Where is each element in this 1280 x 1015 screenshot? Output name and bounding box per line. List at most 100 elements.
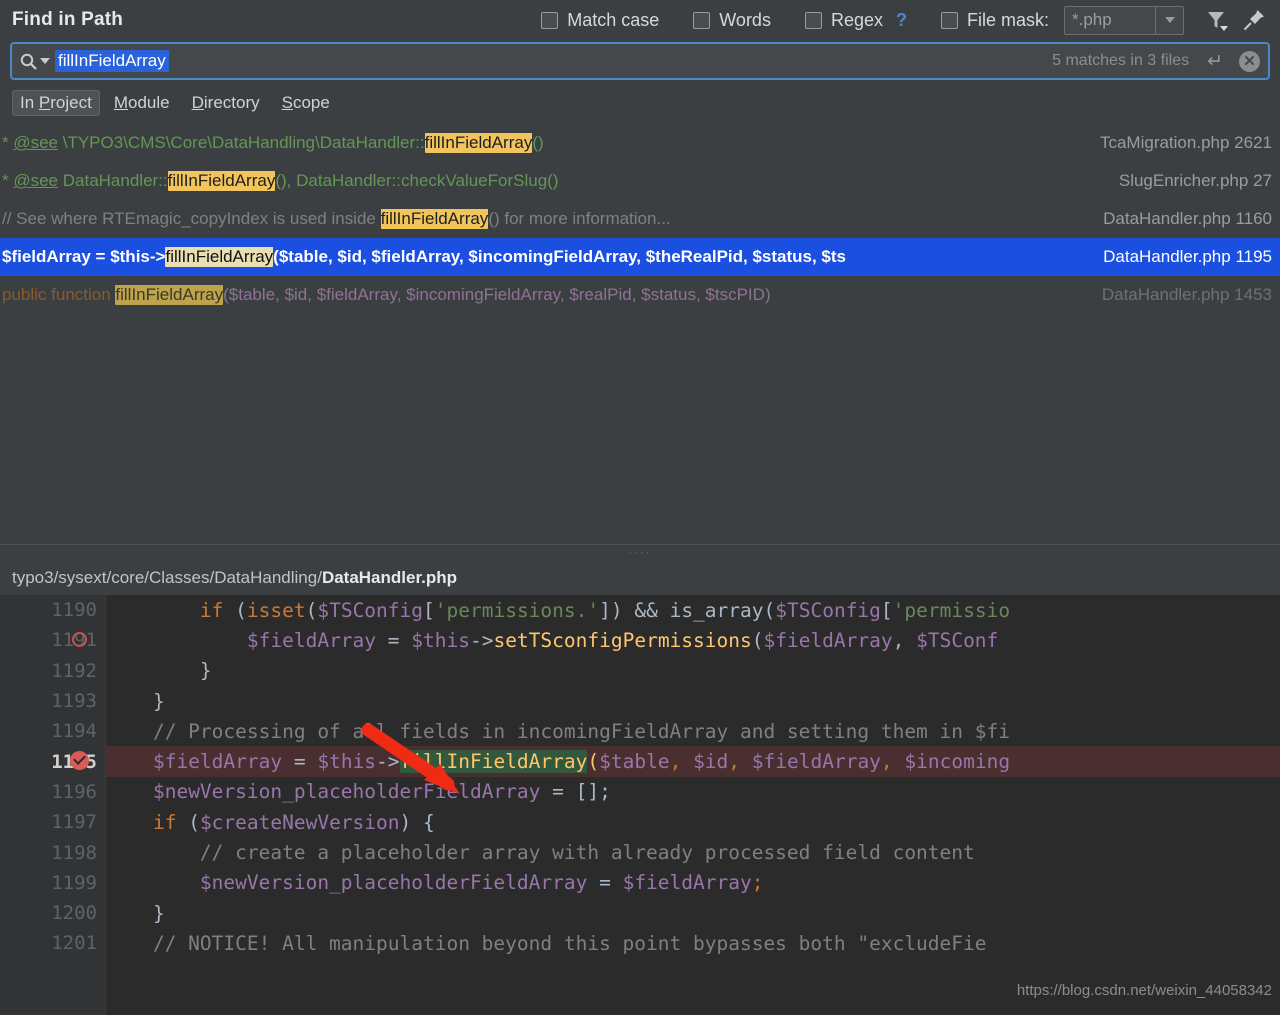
pin-button[interactable]: [1238, 4, 1270, 36]
match-count-label: 5 matches in 3 files: [1052, 52, 1189, 70]
code-line[interactable]: }: [106, 656, 1280, 686]
code-line[interactable]: $fieldArray = $this->setTSconfigPermissi…: [106, 625, 1280, 655]
code-segment: ,: [560, 285, 569, 304]
line-number-gutter[interactable]: 1190119111921193 1194 11951196119711981199…: [0, 595, 106, 1015]
code-token: $fieldArray: [247, 629, 376, 652]
code-line[interactable]: }: [106, 686, 1280, 716]
result-row-text: public function fillInFieldArray($table,…: [2, 285, 1092, 305]
words-option[interactable]: Words: [693, 10, 771, 31]
find-in-path-dialog: Find in Path Match case Words Regex ? Fi…: [0, 0, 1280, 1015]
match-case-option[interactable]: Match case: [541, 10, 659, 31]
code-token: ,: [881, 750, 904, 773]
code-token: $incoming: [904, 750, 1010, 773]
line-number[interactable]: 1198: [0, 837, 105, 867]
code-token: 'permissio: [893, 599, 1010, 622]
words-checkbox[interactable]: [693, 12, 710, 29]
code-segment: ,: [275, 285, 284, 304]
code-token: $TSConfig: [317, 599, 423, 622]
line-number[interactable]: 1200: [0, 898, 105, 928]
code-token: ,: [728, 750, 751, 773]
line-number[interactable]: 1197: [0, 807, 105, 837]
code-line[interactable]: // create a placeholder array with alrea…: [106, 837, 1280, 867]
code-token: ;: [752, 871, 764, 894]
result-row-file: SlugEnricher.php 27: [1119, 171, 1272, 191]
scope-tab-module-post: odule: [128, 93, 170, 112]
search-results-list[interactable]: * @see \TYPO3\CMS\Core\DataHandling\Data…: [0, 124, 1280, 544]
preview-splitter[interactable]: ····: [0, 544, 1280, 561]
file-mask-value[interactable]: *.php: [1065, 7, 1155, 34]
match-case-checkbox[interactable]: [541, 12, 558, 29]
search-field[interactable]: fillInFieldArray 5 matches in 3 files ↵ …: [10, 42, 1270, 80]
regex-checkbox[interactable]: [805, 12, 822, 29]
chevron-down-icon: [1165, 17, 1175, 23]
line-number[interactable]: 1195: [0, 746, 105, 776]
code-segment: $table: [229, 285, 275, 304]
result-row-file: TcaMigration.php 2621: [1100, 133, 1272, 153]
result-row[interactable]: // See where RTEmagic_copyIndex is used …: [0, 200, 1280, 238]
match-highlight: fillInFieldArray: [381, 209, 489, 229]
code-line[interactable]: if (isset($TSConfig['permissions.']) && …: [106, 595, 1280, 625]
scope-tab-module[interactable]: Module: [106, 90, 178, 116]
result-row[interactable]: * @see DataHandler::fillInFieldArray(), …: [0, 162, 1280, 200]
code-preview[interactable]: 1190119111921193 1194 11951196119711981199…: [0, 595, 1280, 1015]
code-area[interactable]: if (isset($TSConfig['permissions.']) && …: [106, 595, 1280, 1015]
scope-tabs: In Project Module Directory Scope: [0, 86, 1280, 124]
preview-path-filename: DataHandler.php: [322, 568, 457, 588]
search-input[interactable]: fillInFieldArray: [55, 50, 169, 72]
line-number[interactable]: 1192: [0, 656, 105, 686]
code-line[interactable]: $newVersion_placeholderFieldArray = [];: [106, 777, 1280, 807]
regex-option[interactable]: Regex ?: [805, 10, 907, 31]
result-row[interactable]: * @see \TYPO3\CMS\Core\DataHandling\Data…: [0, 124, 1280, 162]
result-row-text: * @see \TYPO3\CMS\Core\DataHandling\Data…: [2, 133, 1090, 153]
file-mask-checkbox[interactable]: [941, 12, 958, 29]
line-number[interactable]: 1190: [0, 595, 105, 625]
search-history-chevron-icon[interactable]: [40, 58, 50, 64]
code-line[interactable]: $newVersion_placeholderFieldArray = $fie…: [106, 868, 1280, 898]
code-segment: $status: [641, 285, 696, 304]
search-row: fillInFieldArray 5 matches in 3 files ↵ …: [0, 40, 1280, 86]
line-number[interactable]: 1196: [0, 777, 105, 807]
search-icon-group[interactable]: [19, 52, 50, 71]
code-segment: DataHandler::: [58, 171, 168, 190]
line-number[interactable]: 1193: [0, 686, 105, 716]
code-line[interactable]: // NOTICE! All manipulation beyond this …: [106, 928, 1280, 958]
scope-tab-in-project[interactable]: In Project: [12, 90, 100, 116]
file-mask-label: File mask:: [967, 10, 1049, 31]
line-number[interactable]: 1191: [0, 625, 105, 655]
scope-tab-directory[interactable]: Directory: [184, 90, 268, 116]
line-number[interactable]: 1199: [0, 868, 105, 898]
code-line[interactable]: if ($createNewVersion) {: [106, 807, 1280, 837]
result-row[interactable]: public function fillInFieldArray($table,…: [0, 276, 1280, 314]
result-file-name: SlugEnricher.php: [1119, 171, 1248, 190]
filter-button[interactable]: [1200, 4, 1232, 36]
result-file-line: 1195: [1235, 247, 1272, 266]
code-token: $table: [599, 750, 669, 773]
file-mask-combo[interactable]: *.php: [1064, 6, 1184, 35]
code-token: (: [223, 599, 246, 622]
regex-help-icon[interactable]: ?: [896, 10, 907, 31]
line-number[interactable]: 1201: [0, 928, 105, 958]
code-line[interactable]: $fieldArray = $this->fillInFieldArray($t…: [106, 746, 1280, 776]
code-token: ]) && is_array(: [599, 599, 775, 622]
scope-tab-scope[interactable]: Scope: [274, 90, 338, 116]
code-segment: $fieldArray: [317, 285, 397, 304]
result-row[interactable]: $fieldArray = $this->fillInFieldArray($t…: [0, 238, 1280, 276]
code-line[interactable]: // Processing of all fields in incomingF…: [106, 716, 1280, 746]
splitter-grip-icon: ····: [629, 550, 652, 556]
code-token: if: [153, 811, 176, 834]
line-number-value: 1194: [51, 720, 97, 742]
scope-tab-module-accel: M: [114, 93, 128, 112]
line-number[interactable]: 1194: [0, 716, 105, 746]
clear-search-button[interactable]: ✕: [1239, 51, 1260, 72]
preview-file-path: typo3/sysext/core/Classes/DataHandling/D…: [0, 561, 1280, 595]
code-line[interactable]: }: [106, 898, 1280, 928]
enter-key-icon: ↵: [1207, 50, 1223, 73]
result-file-name: DataHandler.php: [1103, 247, 1231, 266]
file-mask-option[interactable]: File mask: *.php: [941, 6, 1184, 35]
code-segment: (): [532, 133, 543, 152]
code-token: $createNewVersion: [200, 811, 400, 834]
match-highlight: fillInFieldArray: [165, 247, 273, 267]
file-mask-dropdown-button[interactable]: [1155, 7, 1183, 34]
preview-path-prefix: typo3/sysext/core/Classes/DataHandling/: [12, 568, 322, 588]
code-token: ->: [376, 750, 399, 773]
